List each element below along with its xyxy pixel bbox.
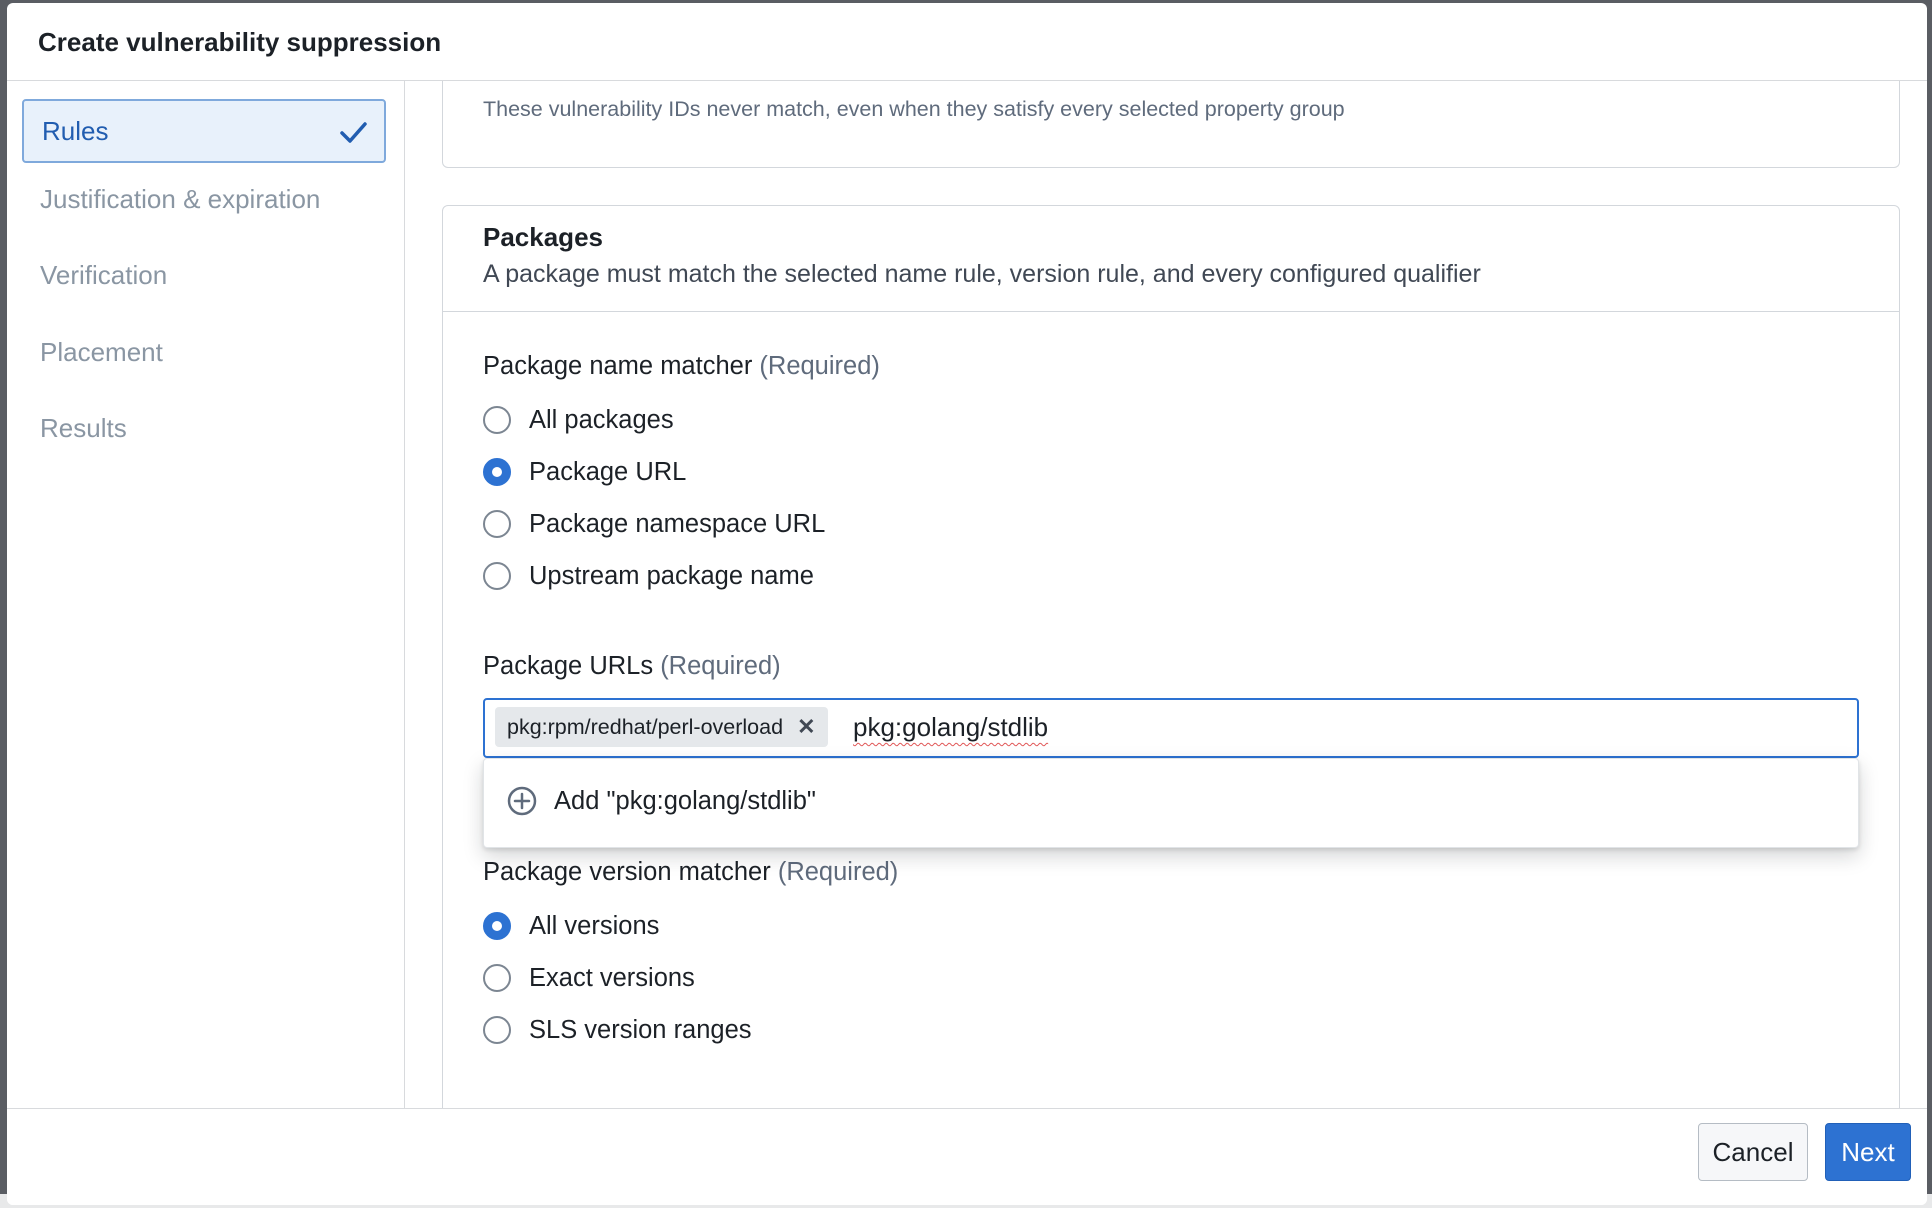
step-label: Placement	[40, 337, 163, 367]
package-version-matcher-label: Package version matcher (Required)	[483, 858, 898, 887]
packages-title: Packages	[483, 222, 603, 252]
vulnerability-ids-hint: These vulnerability IDs never match, eve…	[483, 97, 1345, 121]
radio-label: Exact versions	[529, 963, 695, 992]
dialog-title: Create vulnerability suppression	[38, 27, 442, 57]
step-placement[interactable]: Placement	[22, 320, 386, 384]
add-package-url-option[interactable]: Add "pkg:golang/stdlib"	[506, 785, 816, 817]
step-label: Rules	[42, 116, 109, 146]
close-icon[interactable]: ✕	[797, 714, 815, 740]
option-label: Add "pkg:golang/stdlib"	[554, 786, 816, 815]
dialog: Create vulnerability suppression Rules J…	[7, 3, 1927, 1205]
package-urls-label: Package URLs (Required)	[483, 652, 781, 681]
radio-all-versions[interactable]: All versions	[483, 908, 659, 944]
radio-package-namespace-url[interactable]: Package namespace URL	[483, 506, 825, 542]
radio-label: Package namespace URL	[529, 509, 826, 538]
packages-card-header: Packages A package must match the select…	[443, 206, 1899, 312]
step-verification[interactable]: Verification	[22, 243, 386, 307]
dialog-header: Create vulnerability suppression	[7, 3, 1927, 81]
required-marker: (Required)	[759, 352, 880, 380]
step-label: Results	[40, 413, 127, 443]
radio-circle[interactable]	[483, 458, 511, 486]
radio-circle[interactable]	[483, 406, 511, 434]
required-marker: (Required)	[777, 858, 899, 886]
next-button[interactable]: Next	[1825, 1123, 1911, 1181]
step-justification-expiration[interactable]: Justification & expiration	[22, 167, 386, 231]
radio-upstream-package-name[interactable]: Upstream package name	[483, 558, 814, 594]
radio-circle[interactable]	[483, 1016, 511, 1044]
radio-all-packages[interactable]: All packages	[483, 402, 674, 438]
radio-package-url[interactable]: Package URL	[483, 454, 686, 490]
radio-label: Package URL	[529, 457, 687, 486]
radio-exact-versions[interactable]: Exact versions	[483, 960, 695, 996]
tag-label: pkg:rpm/redhat/perl-overload	[507, 714, 784, 739]
radio-label: SLS version ranges	[529, 1015, 752, 1044]
dialog-content[interactable]: These vulnerability IDs never match, eve…	[405, 81, 1927, 1109]
label-text: Package name matcher	[483, 352, 753, 380]
step-label: Verification	[40, 260, 168, 290]
package-urls-input-text[interactable]: pkg:golang/stdlib	[853, 712, 1048, 743]
check-icon	[340, 122, 367, 143]
package-url-suggestions: Add "pkg:golang/stdlib"	[483, 758, 1859, 848]
label-text: Package URLs	[483, 652, 654, 680]
radio-label: All versions	[529, 911, 660, 940]
plus-circle-icon	[507, 786, 537, 816]
radio-label: Upstream package name	[529, 561, 814, 590]
packages-card: Packages A package must match the select…	[442, 205, 1900, 1109]
label-text: Package version matcher	[483, 858, 771, 886]
packages-subtitle: A package must match the selected name r…	[483, 260, 1481, 288]
dialog-footer: Cancel Next	[7, 1108, 1927, 1205]
step-rules[interactable]: Rules	[22, 99, 386, 163]
radio-sls-version-ranges[interactable]: SLS version ranges	[483, 1012, 752, 1048]
package-urls-tag-input[interactable]: pkg:rpm/redhat/perl-overload ✕ pkg:golan…	[483, 698, 1859, 758]
radio-circle[interactable]	[483, 964, 511, 992]
radio-circle[interactable]	[483, 562, 511, 590]
radio-label: All packages	[529, 405, 674, 434]
cancel-button[interactable]: Cancel	[1698, 1123, 1808, 1181]
package-url-tag: pkg:rpm/redhat/perl-overload ✕	[495, 707, 828, 747]
radio-circle[interactable]	[483, 912, 511, 940]
package-name-matcher-label: Package name matcher (Required)	[483, 352, 880, 381]
radio-circle[interactable]	[483, 510, 511, 538]
step-results[interactable]: Results	[22, 396, 386, 460]
step-label: Justification & expiration	[40, 184, 321, 214]
required-marker: (Required)	[660, 652, 781, 680]
steps-sidebar: Rules Justification & expiration Verific…	[7, 81, 405, 1109]
vulnerability-ids-card: These vulnerability IDs never match, eve…	[442, 81, 1900, 168]
